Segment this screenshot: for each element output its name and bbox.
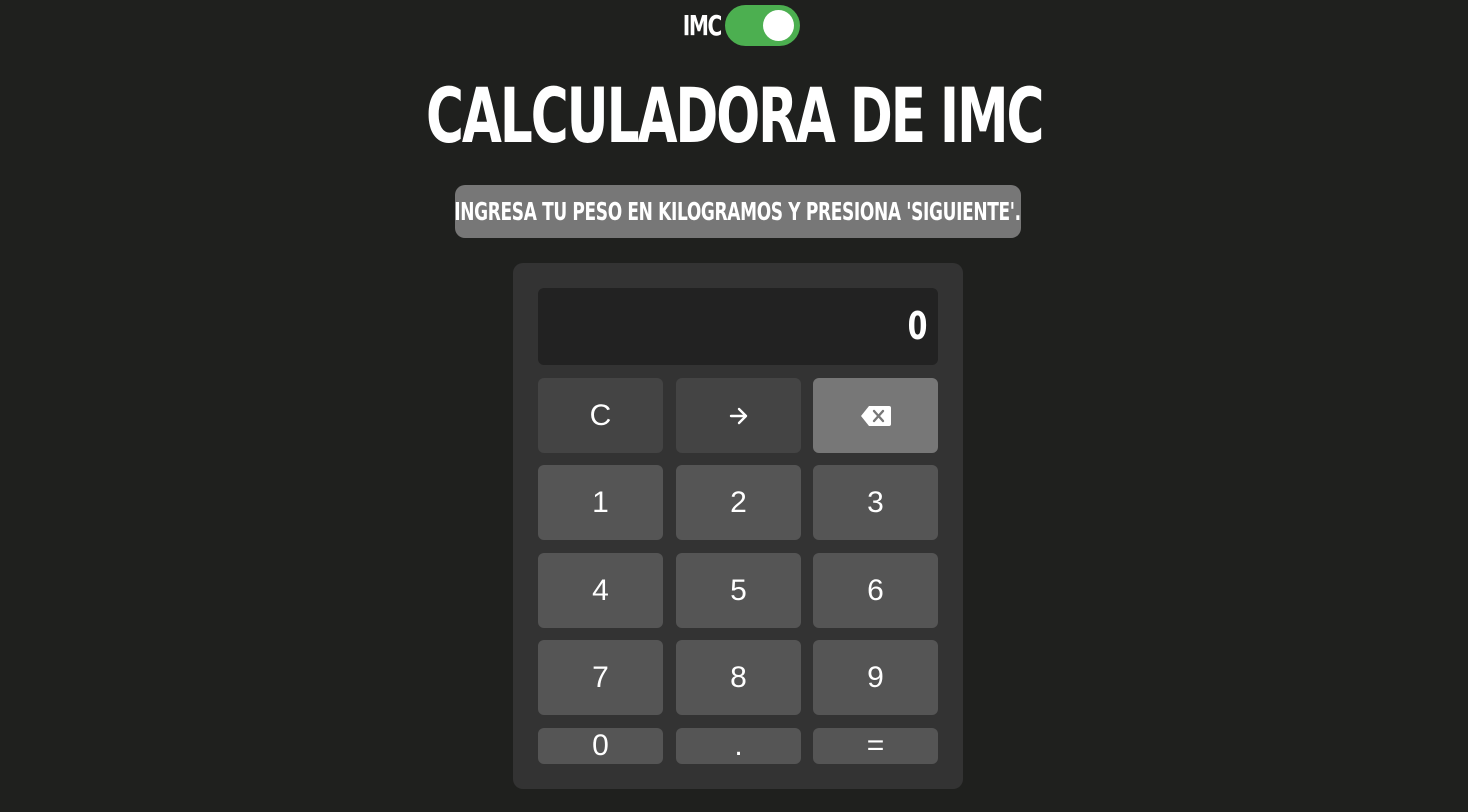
instruction-banner: INGRESA TU PESO EN KILOGRAMOS Y PRESIONA… [455, 185, 1021, 238]
digit-5-button[interactable]: 5 [676, 553, 801, 628]
instruction-text: INGRESA TU PESO EN KILOGRAMOS Y PRESIONA… [455, 197, 1021, 226]
imc-toggle-switch[interactable] [724, 5, 800, 46]
digit-2-button[interactable]: 2 [676, 465, 801, 540]
digit-0-button[interactable]: 0 [538, 728, 663, 764]
backspace-button[interactable] [813, 378, 938, 453]
digit-6-button[interactable]: 6 [813, 553, 938, 628]
arrow-right-icon [727, 404, 751, 428]
digit-8-button[interactable]: 8 [676, 640, 801, 715]
clear-button[interactable]: C [538, 378, 663, 453]
toggle-knob [762, 10, 794, 41]
decimal-point-button[interactable]: . [676, 728, 801, 764]
digit-7-button[interactable]: 7 [538, 640, 663, 715]
mode-toggle-row: IMC [0, 5, 1468, 46]
digit-4-button[interactable]: 4 [538, 553, 663, 628]
calculator-panel: 0 C 1 2 3 4 5 6 7 8 9 0 . = [513, 263, 963, 789]
next-button[interactable] [676, 378, 801, 453]
bmi-calculator-page: IMC CALCULADORA DE IMC INGRESA TU PESO E… [0, 0, 1468, 812]
page-title-text: CALCULADORA DE IMC [425, 71, 1044, 160]
digit-9-button[interactable]: 9 [813, 640, 938, 715]
toggle-label: IMC [682, 8, 722, 42]
equals-button[interactable]: = [813, 728, 938, 764]
digit-3-button[interactable]: 3 [813, 465, 938, 540]
display-value: 0 [907, 304, 927, 348]
calculator-display: 0 [538, 288, 938, 365]
backspace-icon [860, 404, 892, 428]
page-title: CALCULADORA DE IMC [0, 72, 1468, 160]
digit-1-button[interactable]: 1 [538, 465, 663, 540]
